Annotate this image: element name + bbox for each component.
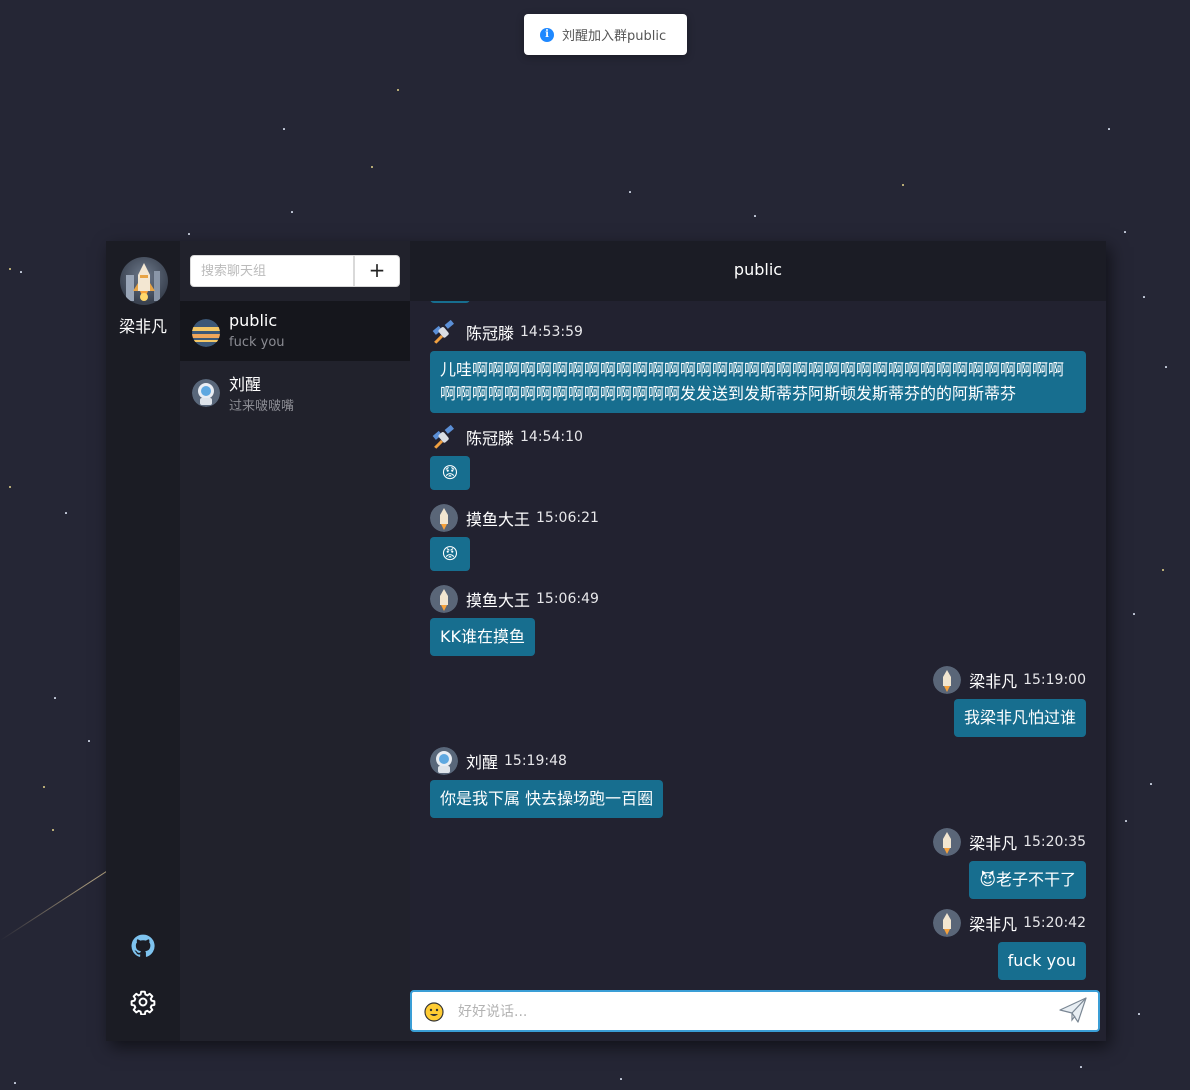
satellite-icon [430, 423, 458, 451]
message-bubble: 😡 [430, 537, 470, 571]
chat-title: public [410, 241, 1106, 301]
github-icon[interactable] [130, 933, 156, 959]
room-last-message: 过来啵啵嘴 [229, 399, 295, 414]
message-item: 陈冠滕 14:53:59 儿哇啊啊啊啊啊啊啊啊啊啊啊啊啊啊啊啊啊啊啊啊啊啊啊啊啊… [430, 317, 1086, 413]
message-bubble: 😈老子不干了 [969, 861, 1086, 899]
room-name: public [229, 311, 278, 330]
search-input[interactable] [190, 255, 354, 287]
toast-text: 刘醒加入群public [562, 29, 667, 44]
message-bubble: 儿哇啊啊啊啊啊啊啊啊啊啊啊啊啊啊啊啊啊啊啊啊啊啊啊啊啊啊啊啊啊啊啊啊啊啊啊啊啊啊… [430, 351, 1086, 413]
message-bubble [430, 301, 470, 303]
chat-panel: public 陈冠滕 14:53:59 儿哇啊啊啊啊啊啊啊啊啊啊啊啊啊啊啊啊啊啊… [410, 241, 1106, 1041]
rocket-icon [933, 909, 962, 937]
rocket-icon [126, 263, 160, 301]
message-user: 摸鱼大王 [466, 510, 531, 529]
add-group-button[interactable]: + [354, 255, 400, 287]
message-time: 15:20:35 [1023, 834, 1086, 850]
message-item: 梁非凡 15:20:42 fuck you [933, 908, 1086, 980]
gear-icon[interactable] [130, 989, 156, 1015]
message-time: 14:54:10 [520, 429, 583, 445]
message-user: 梁非凡 [969, 672, 1018, 691]
message-list[interactable]: 陈冠滕 14:53:59 儿哇啊啊啊啊啊啊啊啊啊啊啊啊啊啊啊啊啊啊啊啊啊啊啊啊啊… [410, 301, 1106, 989]
message-bubble: fuck you [997, 942, 1086, 980]
message-item: 摸鱼大王 15:06:21 😡 [430, 503, 599, 571]
message-item: 梁非凡 15:20:35 😈老子不干了 [933, 827, 1086, 899]
message-bubble: 你是我下属 快去操场跑一百圈 [430, 780, 664, 818]
message-user: 梁非凡 [969, 834, 1018, 853]
message-user: 陈冠滕 [466, 324, 515, 343]
message-item: 刘醒 15:19:48 你是我下属 快去操场跑一百圈 [430, 746, 664, 818]
room-last-message: fuck you [229, 335, 285, 350]
planet-icon [192, 319, 220, 347]
smiley-icon[interactable] [424, 1002, 444, 1022]
message-user: 陈冠滕 [466, 429, 515, 448]
message-user: 摸鱼大王 [466, 591, 531, 610]
message-bubble: 😟 [430, 456, 470, 490]
rocket-icon [933, 828, 962, 856]
rocket-icon [430, 585, 458, 613]
astronaut-icon [192, 379, 220, 407]
room-item-liuxing[interactable]: 刘醒 过来啵啵嘴 [180, 361, 410, 421]
message-time: 15:20:42 [1023, 915, 1086, 931]
message-item: 梁非凡 15:19:00 我梁非凡怕过谁 [933, 665, 1086, 737]
message-item: 陈冠滕 14:54:10 😟 [430, 422, 583, 490]
rocket-icon [430, 504, 458, 532]
chat-app: 梁非凡 + public fuck you [106, 241, 1106, 1041]
room-item-public[interactable]: public fuck you [180, 301, 410, 361]
rocket-icon [933, 666, 962, 694]
message-input-bar [410, 990, 1100, 1032]
room-name: 刘醒 [229, 375, 262, 394]
message-bubble: 我梁非凡怕过谁 [953, 699, 1086, 737]
message-item: 摸鱼大王 15:06:49 KK谁在摸鱼 [430, 584, 599, 656]
user-name: 梁非凡 [118, 317, 167, 336]
message-time: 14:53:59 [520, 324, 583, 340]
astronaut-icon [430, 747, 458, 775]
message-user: 梁非凡 [969, 915, 1018, 934]
message-time: 15:06:49 [536, 591, 599, 607]
satellite-icon [430, 318, 458, 346]
nav-bar: 梁非凡 [106, 241, 180, 1041]
room-sidebar: + public fuck you [180, 241, 410, 1041]
message-user: 刘醒 [466, 753, 499, 772]
info-icon: i [540, 27, 554, 42]
paper-plane-icon[interactable] [1058, 996, 1088, 1024]
message-input[interactable] [456, 1000, 1020, 1024]
notification-toast: i 刘醒加入群public [524, 14, 687, 55]
message-time: 15:19:00 [1023, 672, 1086, 688]
message-time: 15:06:21 [536, 510, 599, 526]
avatar[interactable] [120, 257, 168, 305]
message-bubble: KK谁在摸鱼 [430, 618, 535, 656]
message-time: 15:19:48 [504, 753, 567, 769]
